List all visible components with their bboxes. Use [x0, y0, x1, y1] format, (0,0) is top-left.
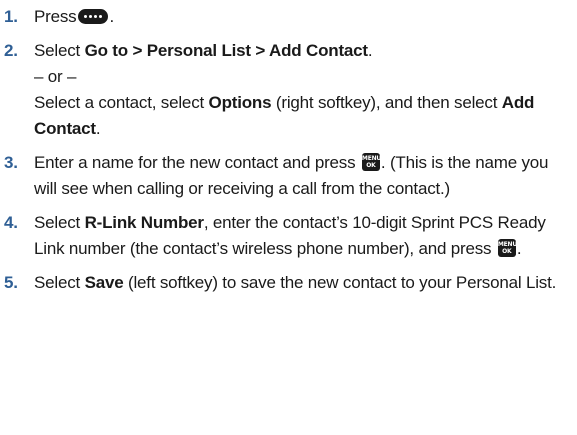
step-number: 2.	[4, 41, 18, 60]
step-number: 1.	[4, 7, 18, 26]
options-label: Options	[208, 93, 272, 112]
step-3: 3. Enter a name for the new contact and …	[4, 150, 577, 202]
step-text-segment: (right softkey), and then select	[271, 93, 502, 112]
step-text-segment: .	[109, 7, 114, 26]
step-5: 5. Select Save (left softkey) to save th…	[4, 270, 577, 296]
steps-list: 1. Press. 2. Select Go to > Personal Lis…	[4, 4, 577, 296]
step-number: 5.	[4, 273, 18, 292]
menu-ok-key-icon: MENU OK	[361, 152, 382, 171]
step-number: 3.	[4, 153, 18, 172]
ok-key-label: OK	[366, 161, 376, 169]
step-text: Select R-Link Number, enter the contact’…	[34, 210, 577, 262]
four-dot-navigation-key-icon	[78, 8, 109, 24]
menu-key-label: MENU	[497, 240, 518, 248]
step-text: Select Save (left softkey) to save the n…	[34, 270, 577, 296]
ok-key-label: OK	[502, 247, 512, 255]
menu-ok-key-icon: MENU OK	[497, 238, 518, 257]
step-text-segment: .	[367, 41, 373, 60]
step-text-segment: (left softkey) to save the new contact t…	[123, 273, 557, 292]
save-label: Save	[84, 273, 124, 292]
menu-path: Go to > Personal List > Add Contact	[84, 41, 368, 60]
or-separator: – or –	[34, 67, 77, 86]
step-text-segment: Select	[34, 273, 85, 292]
step-text-segment: Select a contact, select	[34, 93, 209, 112]
step-4: 4. Select R-Link Number, enter the conta…	[4, 210, 577, 262]
r-link-number-label: R-Link Number	[84, 213, 204, 232]
step-text-segment: .	[95, 119, 101, 138]
instruction-page: 1. Press. 2. Select Go to > Personal Lis…	[0, 0, 577, 435]
step-text: Select Go to > Personal List > Add Conta…	[34, 38, 577, 142]
step-1: 1. Press.	[4, 4, 577, 30]
step-text-segment: Enter a name for the new contact and pre…	[34, 153, 360, 172]
step-text-segment: Press	[34, 7, 77, 26]
step-text: Press.	[34, 4, 577, 30]
step-text-segment: .	[516, 239, 522, 258]
step-text-segment: Select	[34, 213, 85, 232]
step-2: 2. Select Go to > Personal List > Add Co…	[4, 38, 577, 142]
step-text: Enter a name for the new contact and pre…	[34, 150, 577, 202]
menu-key-label: MENU	[361, 154, 382, 162]
step-number: 4.	[4, 213, 18, 232]
step-text-segment: Select	[34, 41, 85, 60]
